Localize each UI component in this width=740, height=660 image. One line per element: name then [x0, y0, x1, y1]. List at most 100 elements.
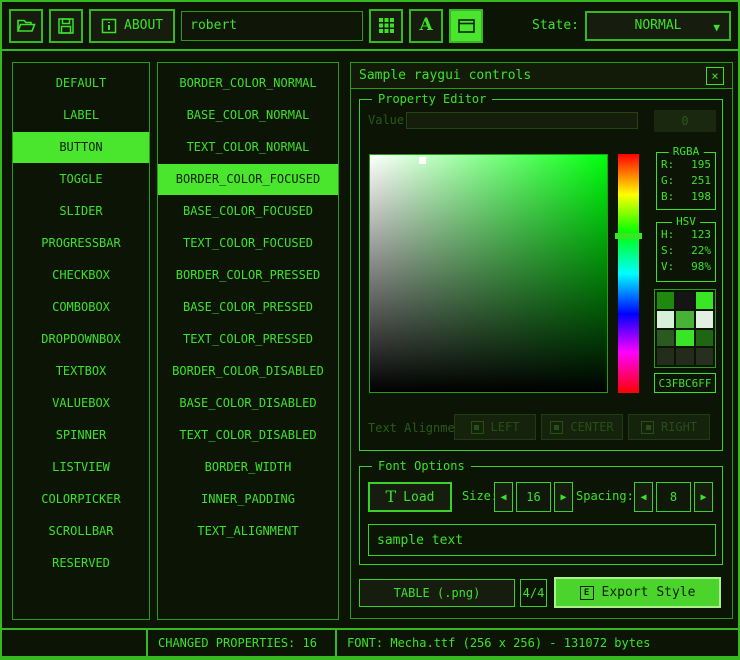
controls-view-button[interactable]: [449, 9, 483, 43]
color-swatch[interactable]: [676, 330, 693, 347]
sample-text-input[interactable]: [368, 524, 716, 556]
align-center-button[interactable]: CENTER: [541, 414, 623, 440]
property-list-item[interactable]: TEXT_COLOR_PRESSED: [158, 324, 338, 355]
control-list-item[interactable]: CHECKBOX: [13, 260, 149, 291]
size-value: 16: [526, 490, 540, 504]
control-list-item[interactable]: BUTTON: [13, 132, 149, 163]
align-left-icon: [471, 421, 484, 434]
text-alignment-buttons: LEFTCENTERRIGHT: [454, 414, 710, 440]
close-button[interactable]: ×: [706, 67, 724, 85]
style-color-palette: [654, 289, 716, 368]
arrow-right-icon: ▶: [560, 492, 566, 503]
size-value-box[interactable]: 16: [516, 482, 551, 512]
color-swatch[interactable]: [696, 311, 713, 328]
spacing-increase-button[interactable]: ▶: [694, 482, 713, 512]
color-swatch[interactable]: [676, 348, 693, 365]
color-value-row: S:22%: [661, 243, 711, 259]
color-value-row: R:195: [661, 157, 711, 173]
export-format-combobox[interactable]: TABLE (.png): [359, 579, 515, 607]
color-swatch[interactable]: [657, 330, 674, 347]
export-format-counter[interactable]: 4/4: [520, 579, 547, 607]
color-picker-selector[interactable]: [419, 157, 426, 164]
spacing-decrease-button[interactable]: ◀: [634, 482, 653, 512]
control-list-item[interactable]: TEXTBOX: [13, 356, 149, 387]
hsv-values: H:123S:22%V:98%: [661, 227, 711, 275]
property-list-item[interactable]: BORDER_WIDTH: [158, 452, 338, 483]
state-dropdown[interactable]: NORMAL ▼: [585, 11, 731, 41]
property-list-item[interactable]: TEXT_COLOR_NORMAL: [158, 132, 338, 163]
size-decrease-button[interactable]: ◀: [494, 482, 513, 512]
control-list-item[interactable]: COMBOBOX: [13, 292, 149, 323]
control-list-item[interactable]: PROGRESSBAR: [13, 228, 149, 259]
size-increase-button[interactable]: ▶: [554, 482, 573, 512]
color-swatch[interactable]: [696, 330, 713, 347]
export-style-button[interactable]: E Export Style: [554, 577, 721, 608]
property-list-item[interactable]: BASE_COLOR_DISABLED: [158, 388, 338, 419]
export-format-value: TABLE (.png): [394, 586, 481, 600]
control-list-item[interactable]: DEFAULT: [13, 68, 149, 99]
color-swatch[interactable]: [696, 292, 713, 309]
property-list-item[interactable]: INNER_PADDING: [158, 484, 338, 515]
color-swatch[interactable]: [676, 311, 693, 328]
property-list-item[interactable]: BASE_COLOR_FOCUSED: [158, 196, 338, 227]
control-list-item[interactable]: SLIDER: [13, 196, 149, 227]
style-table-view-button[interactable]: [369, 9, 403, 43]
property-list-item[interactable]: BORDER_COLOR_FOCUSED: [158, 164, 338, 195]
load-font-button[interactable]: T Load: [368, 482, 452, 512]
property-list-item[interactable]: BORDER_COLOR_PRESSED: [158, 260, 338, 291]
color-value-row: V:98%: [661, 259, 711, 275]
align-right-button[interactable]: RIGHT: [628, 414, 710, 440]
color-swatch[interactable]: [657, 348, 674, 365]
property-list-item[interactable]: TEXT_COLOR_FOCUSED: [158, 228, 338, 259]
value-box-text: 0: [681, 114, 688, 128]
state-label: State:: [532, 18, 579, 33]
about-button[interactable]: ABOUT: [89, 9, 175, 43]
control-list-item[interactable]: COLORPICKER: [13, 484, 149, 515]
property-list-item[interactable]: BASE_COLOR_PRESSED: [158, 292, 338, 323]
save-file-button[interactable]: [49, 9, 83, 43]
style-name-input[interactable]: [181, 11, 363, 41]
arrow-left-icon: ◀: [640, 492, 646, 503]
property-list-item[interactable]: TEXT_ALIGNMENT: [158, 516, 338, 547]
chevron-down-icon: ▼: [713, 21, 720, 34]
color-picker-panel[interactable]: [369, 154, 608, 393]
controls-listview[interactable]: DEFAULTLABELBUTTONTOGGLESLIDERPROGRESSBA…: [12, 62, 150, 620]
property-list-item[interactable]: TEXT_COLOR_DISABLED: [158, 420, 338, 451]
align-left-button[interactable]: LEFT: [454, 414, 536, 440]
toolbar: ABOUT A State: NORMA: [2, 2, 738, 51]
control-list-item[interactable]: LISTVIEW: [13, 452, 149, 483]
properties-listview[interactable]: BORDER_COLOR_NORMALBASE_COLOR_NORMALTEXT…: [157, 62, 339, 620]
control-list-item[interactable]: LABEL: [13, 100, 149, 131]
color-value-row: H:123: [661, 227, 711, 243]
control-list-item[interactable]: SCROLLBAR: [13, 516, 149, 547]
hue-slider-handle[interactable]: [615, 233, 642, 239]
color-swatch[interactable]: [696, 348, 713, 365]
value-slider[interactable]: [406, 112, 638, 129]
status-cell-empty: [2, 630, 148, 656]
color-swatch[interactable]: [657, 292, 674, 309]
hue-bar[interactable]: [618, 154, 639, 393]
close-icon: ×: [711, 70, 718, 82]
spacing-value-box[interactable]: 8: [656, 482, 691, 512]
sample-window-titlebar[interactable]: Sample raygui controls ×: [351, 63, 732, 89]
control-list-item[interactable]: DROPDOWNBOX: [13, 324, 149, 355]
value-box[interactable]: 0: [654, 110, 716, 132]
load-font-label: Load: [403, 490, 434, 505]
property-list-item[interactable]: BASE_COLOR_NORMAL: [158, 100, 338, 131]
export-style-label: Export Style: [602, 585, 696, 600]
color-value-row: B:198: [661, 189, 711, 205]
control-list-item[interactable]: SPINNER: [13, 420, 149, 451]
property-list-item[interactable]: BORDER_COLOR_DISABLED: [158, 356, 338, 387]
control-list-item[interactable]: TOGGLE: [13, 164, 149, 195]
color-swatch[interactable]: [657, 311, 674, 328]
hex-color-input[interactable]: C3FBC6FF: [654, 373, 716, 393]
property-list-item[interactable]: BORDER_COLOR_NORMAL: [158, 68, 338, 99]
font-view-button[interactable]: A: [409, 9, 443, 43]
color-swatch[interactable]: [676, 292, 693, 309]
about-button-label: ABOUT: [124, 18, 163, 33]
font-options-group: Font Options T Load Size: ◀ 16 ▶ Spacing…: [359, 466, 723, 565]
open-file-button[interactable]: [9, 9, 43, 43]
control-list-item[interactable]: RESERVED: [13, 548, 149, 579]
control-list-item[interactable]: VALUEBOX: [13, 388, 149, 419]
font-T-icon: T: [386, 489, 397, 505]
